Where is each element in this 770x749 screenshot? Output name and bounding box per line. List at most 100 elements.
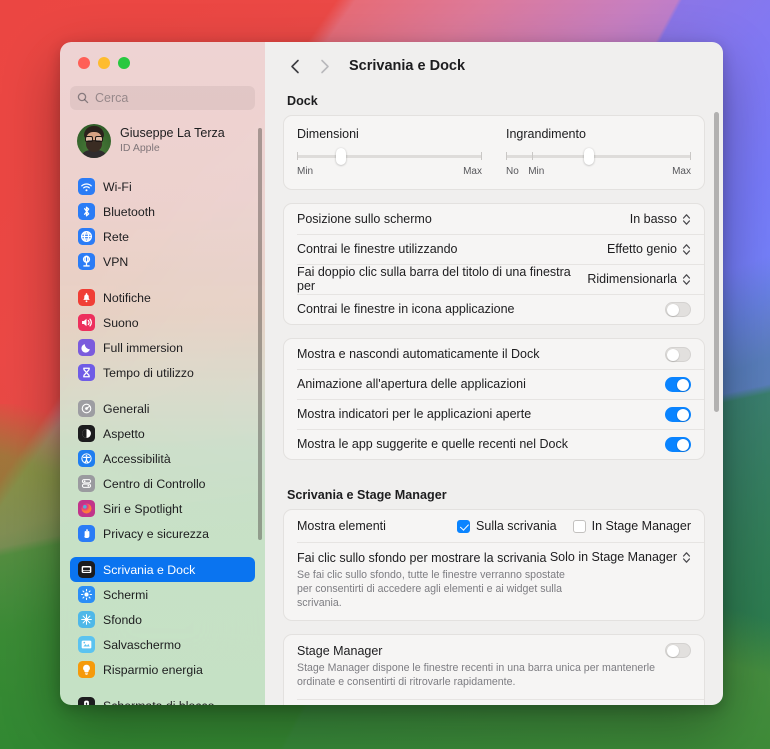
row-mostra-nascondi-dock[interactable]: Mostra e nascondi automaticamente il Doc… <box>284 339 704 369</box>
row-animazione-apertura[interactable]: Animazione all'apertura delle applicazio… <box>284 369 704 399</box>
siri-icon <box>78 500 95 517</box>
sidebar-item-label: Aspetto <box>103 426 145 441</box>
sidebar-group-1: Notifiche Suono Full immersion Tempo di uti… <box>70 285 255 385</box>
content-pane: Scrivania e Dock Dock Dimensioni Min Max… <box>265 42 723 705</box>
row-doppio-clic-barra-titolo[interactable]: Fai doppio clic sulla barra del titolo d… <box>284 264 704 294</box>
sidebar-item-label: Schermata di blocco <box>103 699 214 706</box>
popup-click-wallpaper[interactable]: Solo in Stage Manager <box>550 550 691 564</box>
toggle-suggested-recent-apps[interactable] <box>665 436 691 452</box>
sidebar-item-accessibilit[interactable]: Accessibilità <box>70 446 255 471</box>
row-indicatori-app-aperte[interactable]: Mostra indicatori per le applicazioni ap… <box>284 399 704 429</box>
sidebar-item-sfondo[interactable]: Sfondo <box>70 607 255 632</box>
row-app-suggerite-recenti[interactable]: Mostra le app suggerite e quelle recenti… <box>284 429 704 459</box>
speaker-icon <box>78 314 95 331</box>
sidebar-item-vpn[interactable]: VPN <box>70 249 255 274</box>
sidebar-item-bluetooth[interactable]: Bluetooth <box>70 199 255 224</box>
row-stage-manager: Stage Manager Stage Manager dispone le f… <box>284 635 704 699</box>
popup-value: In basso <box>629 212 677 226</box>
slider-max-label: Max <box>463 166 482 177</box>
sidebar-group-2: Generali Aspetto Accessibilità Centro di Co… <box>70 396 255 546</box>
account-row[interactable]: Giuseppe La Terza ID Apple <box>70 119 255 163</box>
checkbox-label: In Stage Manager <box>591 519 691 533</box>
sidebar-item-label: Scrivania e Dock <box>103 562 196 577</box>
slider-knob[interactable] <box>584 148 595 165</box>
sidebar-item-notifiche[interactable]: Notifiche <box>70 285 255 310</box>
sidebar-item-wi-fi[interactable]: Wi-Fi <box>70 174 255 199</box>
slider-min-label: Min <box>528 166 545 177</box>
sidebar-item-tempo-di-utilizzo[interactable]: Tempo di utilizzo <box>70 360 255 385</box>
sidebar-group-4: Schermata di blocco <box>70 693 255 705</box>
row-clic-sfondo-scrivania: Fai clic sullo sfondo per mostrare la sc… <box>284 542 704 620</box>
sidebar-item-siri-e-spotlight[interactable]: Siri e Spotlight <box>70 496 255 521</box>
sidebar-item-aspetto[interactable]: Aspetto <box>70 421 255 446</box>
sidebar-item-schermata-di-blocco[interactable]: Schermata di blocco <box>70 693 255 705</box>
sidebar-item-label: Risparmio energia <box>103 662 203 677</box>
sidebar-item-privacy-e-sicurezza[interactable]: Privacy e sicurezza <box>70 521 255 546</box>
popup-value: Ridimensionarla <box>587 272 677 286</box>
row-label: Mostra indicatori per le applicazioni ap… <box>297 407 532 421</box>
search-input[interactable] <box>95 91 248 105</box>
appearance-icon <box>78 425 95 442</box>
sidebar-item-centro-di-controllo[interactable]: Centro di Controllo <box>70 471 255 496</box>
row-label: Fai clic sullo sfondo per mostrare la sc… <box>297 551 547 565</box>
sidebar-item-label: VPN <box>103 254 129 269</box>
hourglass-icon <box>78 364 95 381</box>
slider-knob[interactable] <box>336 148 347 165</box>
section-title-dock: Dock <box>287 94 318 108</box>
display-icon <box>78 586 95 603</box>
slider-track-dimensioni[interactable] <box>297 148 482 165</box>
chevron-updown-icon <box>682 213 691 226</box>
row-mostra-elementi: Mostra elementi Sulla scrivania In Stage… <box>284 510 704 542</box>
sidebar-item-label: Tempo di utilizzo <box>103 365 194 380</box>
sidebar-scrollbar[interactable] <box>258 128 262 540</box>
sidebar-item-salvaschermo[interactable]: Salvaschermo <box>70 632 255 657</box>
slider-track-ingrandimento[interactable] <box>506 148 691 165</box>
control-center-icon <box>78 475 95 492</box>
toggle-open-app-indicators[interactable] <box>665 406 691 422</box>
popup-value: Effetto genio <box>607 242 677 256</box>
sidebar-group-3: Scrivania e Dock Schermi Sfondo Salvascherm… <box>70 557 255 682</box>
row-description: Se fai clic sullo sfondo, tutte le fines… <box>297 569 565 610</box>
toggle-stage-manager[interactable] <box>665 643 691 659</box>
row-posizione-sullo-schermo[interactable]: Posizione sullo schermo In basso <box>284 204 704 234</box>
minimize-button[interactable] <box>98 57 110 69</box>
search-icon <box>77 92 89 104</box>
chevron-updown-icon <box>682 243 691 256</box>
window-controls <box>70 42 255 80</box>
toggle-auto-hide-dock[interactable] <box>665 346 691 362</box>
sidebar-item-full-immersion[interactable]: Full immersion <box>70 335 255 360</box>
checkbox-sulla-scrivania[interactable]: Sulla scrivania <box>457 519 557 533</box>
sidebar-item-schermi[interactable]: Schermi <box>70 582 255 607</box>
toggle-launch-animation[interactable] <box>665 376 691 392</box>
checkbox-box[interactable] <box>457 519 471 533</box>
slider-no-label: No <box>506 166 519 177</box>
forward-button[interactable] <box>313 54 337 78</box>
content-scrollbar[interactable] <box>714 112 719 412</box>
dock-options-card: Posizione sullo schermo In basso Contrai… <box>283 203 705 325</box>
checkbox-in-stage-manager[interactable]: In Stage Manager <box>572 519 691 533</box>
row-description: Stage Manager dispone le finestre recent… <box>297 662 656 689</box>
toggle-contrai-finestre-in-icona[interactable] <box>665 301 691 317</box>
search-field[interactable] <box>70 86 255 110</box>
sidebar-item-label: Siri e Spotlight <box>103 501 183 516</box>
sidebar-item-risparmio-energia[interactable]: Risparmio energia <box>70 657 255 682</box>
account-subtitle: ID Apple <box>120 141 160 154</box>
energy-bulb-icon <box>78 661 95 678</box>
sidebar-item-scrivania-e-dock[interactable]: Scrivania e Dock <box>70 557 255 582</box>
sidebar-item-suono[interactable]: Suono <box>70 310 255 335</box>
row-contrai-finestre-utilizzando[interactable]: Contrai le finestre utilizzando Effetto … <box>284 234 704 264</box>
dock-sliders-card: Dimensioni Min Max Ingrandimento No Min … <box>283 115 705 190</box>
checkbox-box[interactable] <box>572 519 586 533</box>
wifi-icon <box>78 178 95 195</box>
row-app-recenti-stage-manager[interactable]: Mostra le app recenti in Stage Manager <box>284 699 704 705</box>
back-button[interactable] <box>283 54 307 78</box>
close-button[interactable] <box>78 57 90 69</box>
row-label: Mostra le app suggerite e quelle recenti… <box>297 437 568 451</box>
vpn-icon <box>78 253 95 270</box>
zoom-button[interactable] <box>118 57 130 69</box>
sidebar-item-generali[interactable]: Generali <box>70 396 255 421</box>
slider-label: Ingrandimento <box>506 127 586 141</box>
row-contrai-finestre-in-icona[interactable]: Contrai le finestre in icona applicazion… <box>284 294 704 324</box>
sidebar-item-rete[interactable]: Rete <box>70 224 255 249</box>
hand-privacy-icon <box>78 525 95 542</box>
